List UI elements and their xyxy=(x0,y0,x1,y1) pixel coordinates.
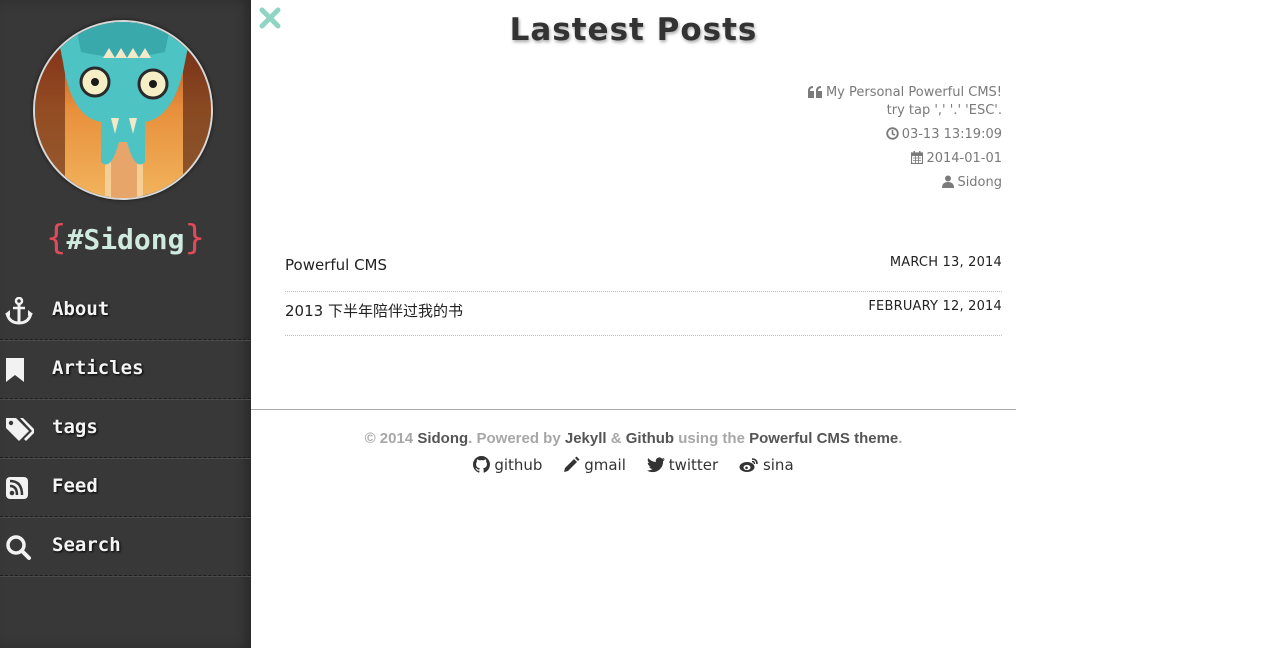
brand-name: #Sidong xyxy=(66,223,185,256)
meta-date-text: 2014-01-01 xyxy=(926,151,1002,166)
twitter-icon xyxy=(646,457,665,473)
github-icon xyxy=(473,456,491,473)
avatar-image xyxy=(35,22,211,198)
sidebar-item-label: tags xyxy=(52,416,98,438)
post-date: MARCH 13, 2014 xyxy=(889,255,1002,270)
jekyll-link[interactable]: Jekyll xyxy=(565,430,607,447)
meta-updated: 03-13 13:19:09 xyxy=(808,126,1002,144)
post-meta: My Personal Powerful CMS! try tap ',' '.… xyxy=(807,84,1002,192)
sidebar-item-about[interactable]: About xyxy=(0,281,251,340)
amp-text: & xyxy=(606,430,626,447)
page-title: Lastest Posts xyxy=(509,12,758,48)
meta-date: 2014-01-01 xyxy=(808,150,1002,168)
clock-icon xyxy=(886,127,899,140)
social-github-link[interactable]: github xyxy=(473,456,542,474)
brand-brace-close: } xyxy=(184,218,205,258)
social-links: github gmail twitter sina xyxy=(251,456,1016,474)
sidebar-item-label: Feed xyxy=(52,475,98,497)
post-title-link[interactable]: Powerful CMS xyxy=(285,256,387,274)
anchor-icon xyxy=(4,296,34,325)
theme-link[interactable]: Powerful CMS theme xyxy=(749,430,898,447)
weibo-icon xyxy=(739,458,758,472)
meta-quote-text: My Personal Powerful CMS! xyxy=(825,85,1002,100)
pencil-icon xyxy=(564,456,580,472)
calendar-icon xyxy=(911,151,924,165)
meta-author-text: Sidong xyxy=(957,175,1002,190)
sidebar-item-articles[interactable]: Articles xyxy=(0,340,251,399)
search-icon xyxy=(4,533,34,561)
social-label: twitter xyxy=(668,456,719,474)
meta-updated-text: 03-13 13:19:09 xyxy=(901,127,1002,142)
sidebar-item-label: Search xyxy=(52,534,121,556)
post-date: FEBRUARY 12, 2014 xyxy=(868,299,1002,314)
bookmark-icon xyxy=(4,356,34,384)
tags-icon xyxy=(4,415,36,443)
social-sina-link[interactable]: sina xyxy=(739,456,794,474)
using-the-text: using the xyxy=(674,430,750,447)
social-label: gmail xyxy=(584,456,626,474)
footer-divider xyxy=(251,409,1016,410)
meta-quote-line1: My Personal Powerful CMS! xyxy=(807,84,1002,102)
powered-by-text: . Powered by xyxy=(468,430,565,447)
site-brand[interactable]: {#Sidong} xyxy=(0,218,251,258)
list-item: 2013 下半年陪伴过我的书 FEBRUARY 12, 2014 xyxy=(285,292,1002,336)
footer-credits: © 2014 Sidong. Powered by Jekyll & Githu… xyxy=(251,430,1016,447)
post-title-link[interactable]: 2013 下半年陪伴过我的书 xyxy=(285,300,463,321)
social-gmail-link[interactable]: gmail xyxy=(563,456,626,474)
post-list: Powerful CMS MARCH 13, 2014 2013 下半年陪伴过我… xyxy=(285,248,1002,336)
social-label: sina xyxy=(762,456,794,474)
social-twitter-link[interactable]: twitter xyxy=(646,456,719,474)
owner-link[interactable]: Sidong xyxy=(417,430,468,447)
rss-icon xyxy=(4,474,34,502)
period-text: . xyxy=(898,430,903,447)
sidebar-nav: About Articles tags Feed Search xyxy=(0,281,251,576)
sidebar-item-tags[interactable]: tags xyxy=(0,399,251,458)
sidebar-item-label: Articles xyxy=(52,357,144,379)
copyright-text: © 2014 xyxy=(364,430,418,447)
quote-icon xyxy=(807,86,822,98)
sidebar-item-feed[interactable]: Feed xyxy=(0,458,251,517)
meta-author: Sidong xyxy=(808,174,1002,192)
social-label: github xyxy=(494,456,543,474)
list-item: Powerful CMS MARCH 13, 2014 xyxy=(285,248,1002,292)
sidebar: {#Sidong} About Articles tags Feed Searc… xyxy=(0,0,251,648)
meta-quote-line2: try tap ',' '.' 'ESC'. xyxy=(886,103,1002,118)
brand-brace-open: { xyxy=(46,218,67,258)
sidebar-item-label: About xyxy=(52,298,110,320)
sidebar-item-search[interactable]: Search xyxy=(0,517,251,576)
github-credit-link[interactable]: Github xyxy=(626,430,674,447)
user-icon xyxy=(942,175,955,188)
avatar[interactable] xyxy=(33,20,213,200)
